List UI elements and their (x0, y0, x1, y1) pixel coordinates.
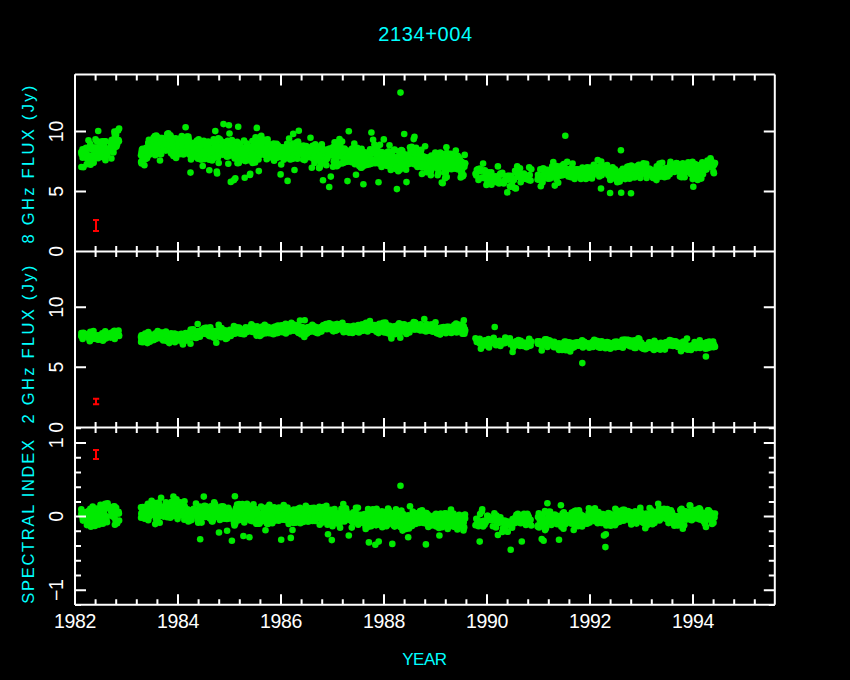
svg-text:2134+004: 2134+004 (378, 23, 472, 45)
svg-text:1984: 1984 (157, 610, 200, 632)
svg-text:2 GHz FLUX (Jy): 2 GHz FLUX (Jy) (19, 263, 37, 423)
svg-text:0: 0 (45, 422, 67, 433)
svg-text:0: 0 (45, 246, 67, 257)
svg-text:0: 0 (45, 511, 67, 522)
svg-text:5: 5 (45, 186, 67, 197)
svg-text:−1: −1 (45, 579, 67, 601)
svg-text:1: 1 (45, 438, 67, 449)
svg-text:1994: 1994 (672, 610, 715, 632)
svg-text:1990: 1990 (466, 610, 509, 632)
svg-text:5: 5 (45, 362, 67, 373)
svg-text:YEAR: YEAR (402, 650, 447, 669)
svg-text:1986: 1986 (260, 610, 302, 632)
svg-text:8 GHz FLUX (Jy): 8 GHz FLUX (Jy) (19, 83, 37, 243)
svg-text:1982: 1982 (54, 610, 96, 632)
svg-text:10: 10 (45, 296, 67, 318)
svg-text:SPECTRAL INDEX: SPECTRAL INDEX (19, 438, 37, 603)
svg-text:10: 10 (45, 121, 67, 143)
svg-text:1988: 1988 (363, 610, 405, 632)
svg-text:1992: 1992 (569, 610, 611, 632)
